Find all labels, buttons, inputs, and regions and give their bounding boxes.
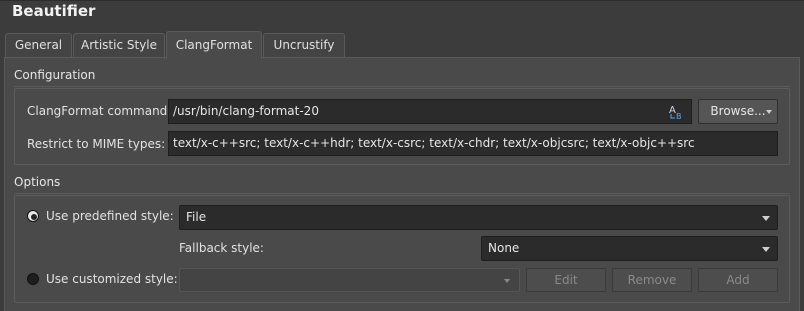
predefined-style-label[interactable]: Use predefined style:: [46, 209, 174, 223]
fallback-style-label: Fallback style:: [179, 241, 264, 255]
clangformat-command-field[interactable]: /usr/bin/clang-format-20: [168, 99, 692, 124]
tab-artistic-style[interactable]: Artistic Style: [73, 33, 165, 57]
svg-text:A: A: [669, 105, 676, 116]
window-top-edge: [0, 0, 804, 1]
path-chooser-icon[interactable]: A B: [668, 103, 686, 121]
options-title: Options: [14, 175, 61, 189]
svg-text:B: B: [676, 112, 682, 120]
predefined-style-select[interactable]: File: [179, 205, 778, 230]
mime-types-label: Restrict to MIME types:: [27, 137, 166, 151]
chevron-down-icon: [766, 110, 772, 114]
tab-uncrustify[interactable]: Uncrustify: [263, 33, 345, 57]
mime-types-field[interactable]: text/x-c++src; text/x-c++hdr; text/x-csr…: [168, 131, 778, 156]
fallback-style-value: None: [488, 241, 520, 255]
add-button[interactable]: Add: [698, 268, 778, 292]
configuration-separator: [14, 86, 790, 87]
configuration-title: Configuration: [14, 68, 96, 82]
options-separator: [14, 193, 790, 194]
customized-style-radio[interactable]: [27, 273, 39, 285]
page-title: Beautifier: [12, 2, 96, 20]
browse-label: Browse...: [710, 104, 766, 118]
tab-general[interactable]: General: [5, 33, 72, 57]
predefined-style-radio[interactable]: [27, 210, 39, 222]
chevron-down-icon: [762, 247, 770, 252]
customized-style-label[interactable]: Use customized style:: [46, 272, 178, 286]
chevron-down-icon: [504, 279, 510, 283]
predefined-style-value: File: [186, 210, 207, 224]
edit-button[interactable]: Edit: [526, 268, 606, 292]
remove-button[interactable]: Remove: [612, 268, 692, 292]
browse-button[interactable]: Browse...: [698, 99, 778, 124]
clangformat-command-value: /usr/bin/clang-format-20: [173, 104, 319, 118]
clangformat-command-label: ClangFormat command:: [27, 104, 172, 118]
fallback-style-select[interactable]: None: [481, 236, 778, 261]
chevron-down-icon: [762, 216, 770, 221]
customized-style-select[interactable]: [179, 268, 520, 292]
mime-types-value: text/x-c++src; text/x-c++hdr; text/x-csr…: [173, 136, 695, 150]
tab-clangformat[interactable]: ClangFormat: [166, 31, 262, 59]
